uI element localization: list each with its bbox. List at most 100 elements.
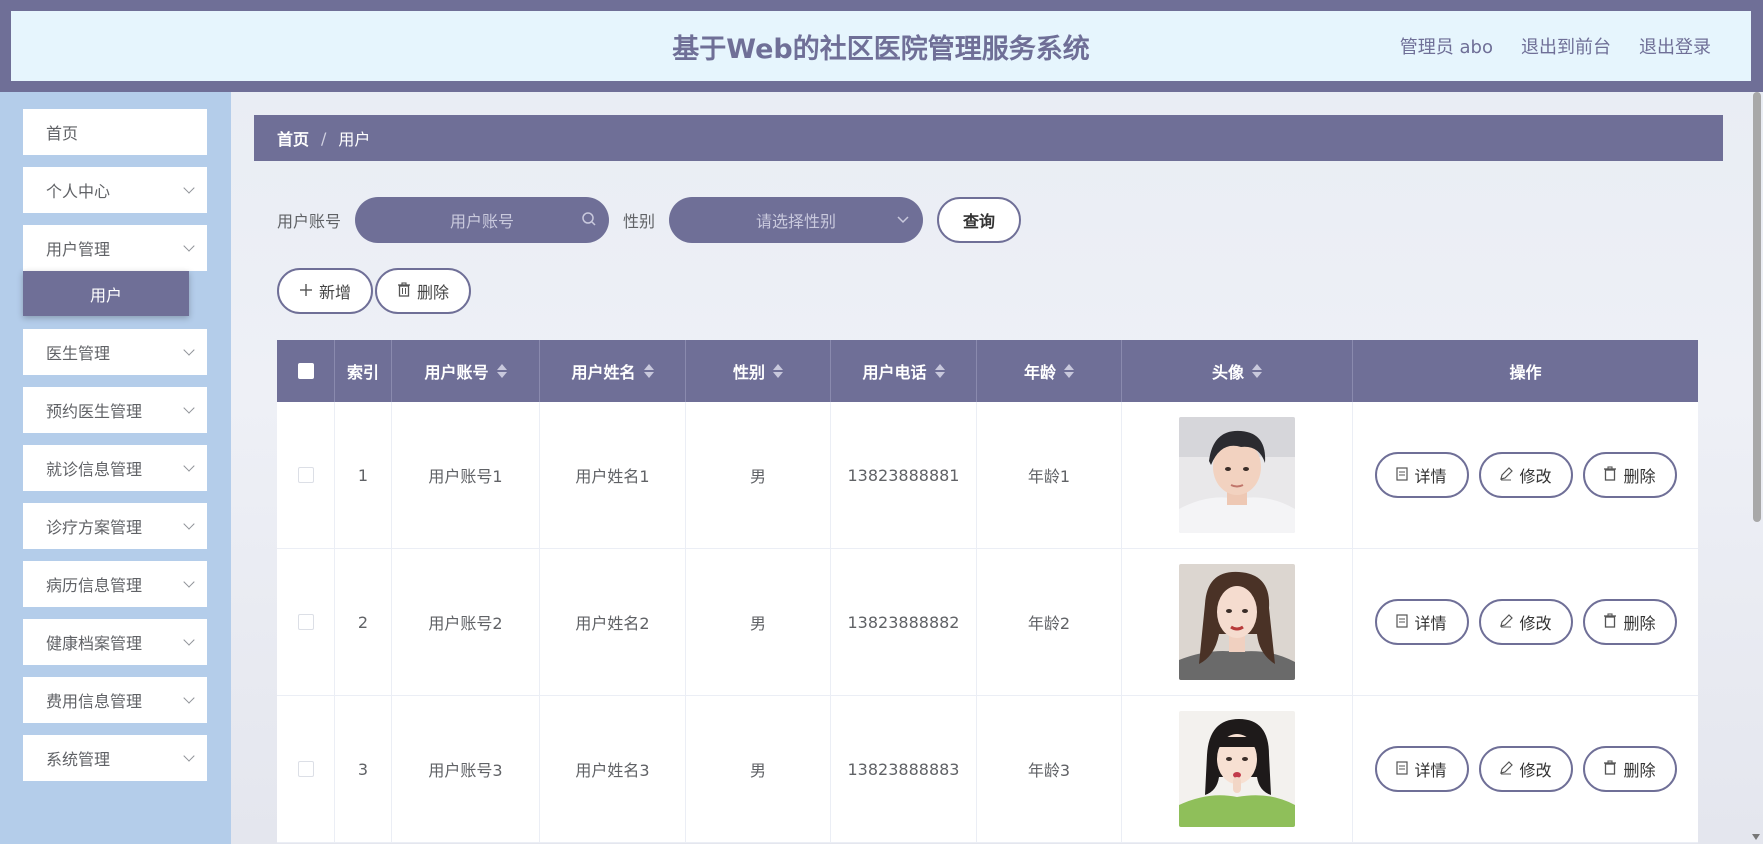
header-select-all: [277, 340, 335, 402]
detail-label: 详情: [1414, 467, 1447, 486]
cell-account: 用户账号1: [392, 402, 540, 548]
edit-button[interactable]: 修改: [1478, 599, 1573, 645]
row-select-cell: [277, 402, 335, 548]
header-index: 索引: [335, 340, 392, 402]
header-account[interactable]: 用户账号: [392, 340, 540, 402]
gender-placeholder: 请选择性别: [756, 212, 837, 231]
sort-icon: [1252, 364, 1262, 378]
detail-label: 详情: [1414, 614, 1447, 633]
breadcrumb-home[interactable]: 首页: [277, 126, 309, 150]
sort-icon: [643, 364, 654, 378]
add-button[interactable]: 新增: [277, 268, 374, 314]
sidebar-item-user-management[interactable]: 用户管理: [23, 225, 207, 271]
delete-button[interactable]: 删除: [1582, 599, 1677, 645]
sidebar-item-label: 诊疗方案管理: [46, 518, 143, 537]
header-avatar-label: 头像: [1211, 363, 1244, 382]
sidebar-item-label: 病历信息管理: [46, 576, 143, 595]
account-search-input[interactable]: 用户账号: [355, 197, 610, 243]
gender-label: 性别: [623, 212, 656, 231]
avatar[interactable]: [1179, 711, 1295, 827]
row-checkbox[interactable]: [297, 467, 314, 483]
admin-user-link[interactable]: 管理员 abo: [1400, 33, 1493, 59]
top-bar: 基于Web的社区医院管理服务系统 管理员 abo 退出到前台 退出登录: [0, 0, 1763, 92]
delete-label: 删除: [1623, 614, 1656, 633]
search-form: 用户账号 用户账号 性别 请选择性别 查询: [277, 197, 1022, 243]
sidebar-item-treatment-plan-management[interactable]: 诊疗方案管理: [23, 503, 207, 549]
main-content: 首页 / 用户 用户账号 用户账号 性别 请选择性别 查询 新增 删除 索引 用…: [231, 92, 1763, 844]
batch-delete-button[interactable]: 删除: [375, 268, 472, 314]
edit-button[interactable]: 修改: [1478, 746, 1573, 792]
edit-icon: [1499, 613, 1514, 632]
header-ops: 操作: [1509, 363, 1542, 382]
sort-icon: [773, 364, 783, 378]
detail-button[interactable]: 详情: [1374, 452, 1469, 498]
edit-icon: [1499, 466, 1514, 485]
row-select-cell: [277, 549, 335, 695]
detail-button[interactable]: 详情: [1374, 746, 1469, 792]
header-avatar[interactable]: 头像: [1122, 340, 1353, 402]
cell-ops: 详情 修改 删除: [1353, 402, 1698, 548]
query-button[interactable]: 查询: [937, 197, 1022, 243]
trash-icon: [1603, 759, 1617, 779]
sidebar: 首页 个人中心 用户管理 用户 医生管理 预约医生管理 就诊信息管理 诊疗方案管…: [0, 92, 231, 844]
trash-icon: [397, 281, 411, 301]
header-gender-label: 性别: [732, 363, 765, 382]
detail-label: 详情: [1414, 761, 1447, 780]
sidebar-item-label: 用户管理: [46, 240, 111, 259]
row-checkbox[interactable]: [297, 614, 314, 630]
cell-name: 用户姓名1: [540, 402, 686, 548]
page-scrollbar[interactable]: [1753, 92, 1761, 522]
chevron-down-icon: [183, 460, 195, 472]
search-icon: [581, 211, 597, 231]
gender-select[interactable]: 请选择性别: [669, 197, 924, 243]
avatar[interactable]: [1179, 564, 1295, 680]
cell-ops: 详情 修改 删除: [1353, 549, 1698, 695]
sidebar-item-label: 预约医生管理: [46, 402, 143, 421]
edit-button[interactable]: 修改: [1478, 452, 1573, 498]
delete-button[interactable]: 删除: [1582, 452, 1677, 498]
cell-index: 1: [335, 402, 392, 548]
delete-button[interactable]: 删除: [1582, 746, 1677, 792]
scroll-down-arrow-icon[interactable]: [1752, 834, 1760, 840]
detail-button[interactable]: 详情: [1374, 599, 1469, 645]
table-row: 3 用户账号3 用户姓名3 男 13823888883 年龄3 详情 修改 删除: [277, 696, 1698, 843]
logout-link[interactable]: 退出登录: [1639, 33, 1711, 59]
chevron-down-icon: [183, 576, 195, 588]
cell-phone: 13823888882: [831, 549, 977, 695]
breadcrumb-separator: /: [321, 128, 327, 148]
sidebar-subitem-user[interactable]: 用户: [23, 271, 189, 316]
header-panel: 基于Web的社区医院管理服务系统 管理员 abo 退出到前台 退出登录: [11, 11, 1751, 81]
sidebar-item-label: 费用信息管理: [46, 692, 143, 711]
header-gender[interactable]: 性别: [686, 340, 831, 402]
sort-icon: [1064, 364, 1074, 378]
select-all-checkbox[interactable]: [297, 363, 314, 379]
cell-gender: 男: [686, 402, 831, 548]
header-name[interactable]: 用户姓名: [540, 340, 686, 402]
edit-label: 修改: [1519, 467, 1552, 486]
sidebar-item-appointment-management[interactable]: 预约医生管理: [23, 387, 207, 433]
sidebar-item-label: 就诊信息管理: [46, 460, 143, 479]
action-bar: 新增 删除: [277, 268, 472, 314]
row-select-cell: [277, 696, 335, 842]
trash-icon: [1603, 612, 1617, 632]
row-checkbox[interactable]: [297, 761, 314, 777]
sidebar-item-visit-info-management[interactable]: 就诊信息管理: [23, 445, 207, 491]
chevron-down-icon: [183, 344, 195, 356]
app-title: 基于Web的社区医院管理服务系统: [672, 33, 1090, 65]
top-links: 管理员 abo 退出到前台 退出登录: [1400, 11, 1711, 81]
breadcrumb: 首页 / 用户: [254, 115, 1723, 161]
sidebar-item-fee-info-management[interactable]: 费用信息管理: [23, 677, 207, 723]
header-age[interactable]: 年龄: [977, 340, 1122, 402]
cell-age: 年龄3: [977, 696, 1122, 842]
sidebar-item-personal-center[interactable]: 个人中心: [23, 167, 207, 213]
avatar[interactable]: [1179, 417, 1295, 533]
header-phone[interactable]: 用户电话: [831, 340, 977, 402]
sidebar-item-health-file-management[interactable]: 健康档案管理: [23, 619, 207, 665]
sidebar-item-medical-record-management[interactable]: 病历信息管理: [23, 561, 207, 607]
document-icon: [1396, 760, 1409, 779]
cell-account: 用户账号2: [392, 549, 540, 695]
sidebar-item-home[interactable]: 首页: [23, 109, 207, 155]
sidebar-item-doctor-management[interactable]: 医生管理: [23, 329, 207, 375]
sidebar-item-system-management[interactable]: 系统管理: [23, 735, 207, 781]
exit-to-front-link[interactable]: 退出到前台: [1521, 33, 1611, 59]
